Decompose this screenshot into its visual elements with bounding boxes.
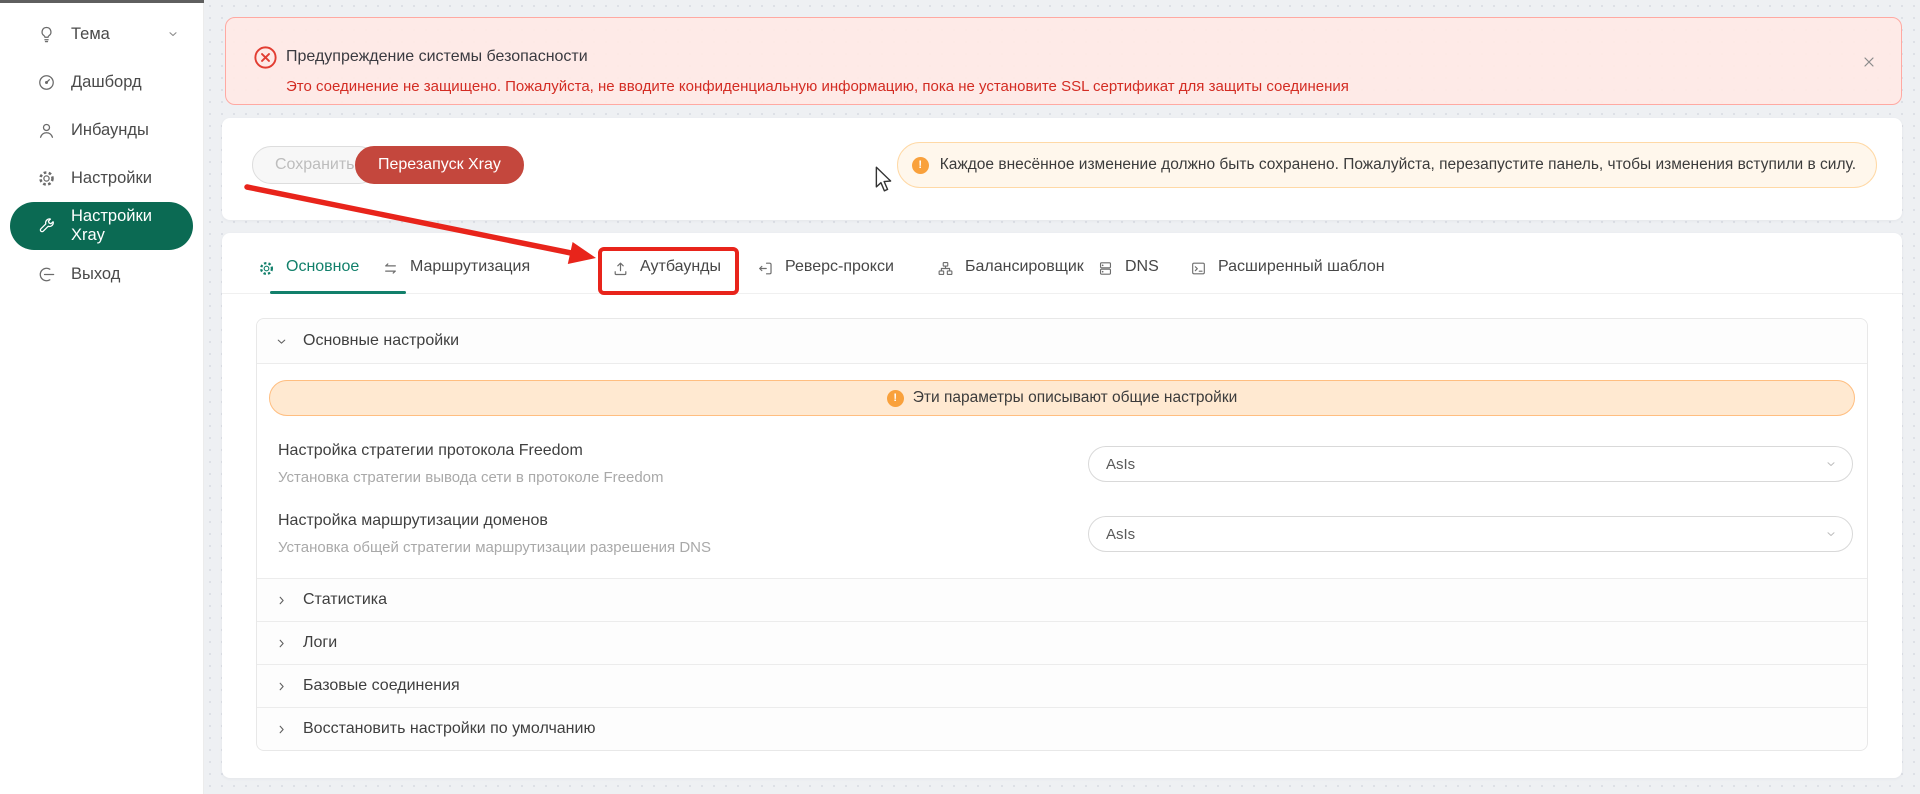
collapse-statistics: Статистика [257, 578, 1867, 621]
tab-reverse-proxy[interactable]: Реверс-прокси [757, 233, 894, 293]
sidebar-nav: Тема Дашборд Инбаунды Настройки [0, 0, 203, 298]
general-settings-notice: Эти параметры описывают общие настройки [269, 380, 1855, 416]
tab-routing[interactable]: Маршрутизация [382, 233, 530, 293]
tab-outbounds[interactable]: Аутбаунды [612, 233, 721, 293]
sidebar-item-label: Настройки Xray [71, 207, 179, 245]
collapse-restore-defaults: Восстановить настройки по умолчанию [257, 707, 1867, 750]
sidebar-item-theme[interactable]: Тема [10, 10, 193, 58]
bulb-icon [37, 25, 56, 44]
collapse-header-base-connections[interactable]: Базовые соединения [257, 665, 1867, 707]
security-alert-description: Это соединение не защищено. Пожалуйста, … [286, 78, 1349, 95]
tab-dns[interactable]: DNS [1097, 233, 1159, 293]
logout-icon [37, 265, 56, 284]
freedom-strategy-select[interactable]: AsIs [1088, 446, 1853, 482]
sidebar-item-logout[interactable]: Выход [10, 250, 193, 298]
sidebar-item-settings[interactable]: Настройки [10, 154, 193, 202]
tab-balancer[interactable]: Балансировщик [937, 233, 1084, 293]
collapse-header-statistics[interactable]: Статистика [257, 579, 1867, 621]
setting-row-domain-routing: Настройка маршрутизации доменов Установк… [269, 512, 1855, 556]
sidebar-item-label: Дашборд [71, 73, 142, 92]
tab-advanced-template[interactable]: Расширенный шаблон [1190, 233, 1385, 293]
restart-notice-text: Каждое внесённое изменение должно быть с… [940, 156, 1856, 174]
setting-texts: Настройка стратегии протокола Freedom Ус… [278, 442, 664, 486]
warning-icon [887, 390, 904, 407]
chevron-right-icon [275, 594, 288, 607]
domain-routing-select[interactable]: AsIs [1088, 516, 1853, 552]
collapse-header-logs[interactable]: Логи [257, 622, 1867, 664]
setting-texts: Настройка маршрутизации доменов Установк… [278, 512, 711, 556]
tab-label: Расширенный шаблон [1218, 258, 1385, 276]
collapse-title: Базовые соединения [303, 677, 460, 695]
warning-icon [912, 157, 929, 174]
collapse-title: Восстановить настройки по умолчанию [303, 720, 595, 738]
setting-subtitle: Установка стратегии вывода сети в проток… [278, 469, 664, 486]
sidebar-item-dashboard[interactable]: Дашборд [10, 58, 193, 106]
chevron-down-icon [1825, 528, 1837, 540]
security-alert: Предупреждение системы безопасности Это … [225, 17, 1902, 105]
gear-icon [258, 260, 275, 277]
proxy-box-icon [757, 260, 774, 277]
tab-label: Балансировщик [965, 258, 1084, 276]
basic-settings-body: Эти параметры описывают общие настройки … [257, 363, 1867, 578]
user-icon [37, 121, 56, 140]
window-top-line [0, 0, 204, 3]
tab-label: Реверс-прокси [785, 258, 894, 276]
tab-label: Основное [286, 258, 359, 276]
sidebar: Тема Дашборд Инбаунды Настройки [0, 0, 204, 794]
database-icon [1097, 260, 1114, 277]
general-settings-notice-text: Эти параметры описывают общие настройки [913, 389, 1238, 407]
restart-notice: Каждое внесённое изменение должно быть с… [897, 142, 1877, 188]
cluster-icon [937, 260, 954, 277]
chevron-down-icon [167, 28, 179, 40]
sidebar-item-label: Тема [71, 25, 110, 44]
select-value: AsIs [1106, 456, 1135, 473]
gear-icon [37, 169, 56, 188]
tab-label: Аутбаунды [640, 258, 721, 276]
tab-basic[interactable]: Основное [258, 233, 359, 293]
dashboard-icon [37, 73, 56, 92]
tab-label: Маршрутизация [410, 258, 530, 276]
setting-title: Настройка маршрутизации доменов [278, 512, 711, 530]
swap-icon [382, 260, 399, 277]
select-value: AsIs [1106, 526, 1135, 543]
close-icon[interactable] [1861, 54, 1877, 70]
chevron-right-icon [275, 723, 288, 736]
sidebar-item-label: Выход [71, 265, 120, 284]
collapse-header-basic-settings[interactable]: Основные настройки [257, 319, 1867, 363]
collapse-logs: Логи [257, 621, 1867, 664]
setting-title: Настройка стратегии протокола Freedom [278, 442, 664, 460]
collapse-header-restore-defaults[interactable]: Восстановить настройки по умолчанию [257, 708, 1867, 750]
wrench-icon [37, 217, 56, 236]
setting-subtitle: Установка общей стратегии маршрутизации … [278, 539, 711, 556]
collapse-base-connections: Базовые соединения [257, 664, 1867, 707]
sidebar-item-inbounds[interactable]: Инбаунды [10, 106, 193, 154]
upload-icon [612, 260, 629, 277]
terminal-icon [1190, 260, 1207, 277]
chevron-right-icon [275, 680, 288, 693]
tab-label: DNS [1125, 258, 1159, 276]
sidebar-item-xray-settings[interactable]: Настройки Xray [10, 202, 193, 250]
collapse-title: Логи [303, 634, 337, 652]
chevron-right-icon [275, 637, 288, 650]
collapse-basic-settings: Основные настройки Эти параметры описыва… [257, 319, 1867, 578]
collapse-title: Основные настройки [303, 332, 459, 350]
tab-bar: Основное Маршрутизация Аутбаунды Реверс-… [222, 233, 1902, 294]
toolbar: Сохранить Перезапуск Xray Каждое внесённ… [222, 118, 1902, 220]
chevron-down-icon [1825, 458, 1837, 470]
sidebar-item-label: Инбаунды [71, 121, 149, 140]
restart-xray-button[interactable]: Перезапуск Xray [355, 146, 524, 184]
error-circle-icon [252, 44, 279, 71]
setting-row-freedom-strategy: Настройка стратегии протокола Freedom Ус… [269, 442, 1855, 486]
xray-settings-card: Основное Маршрутизация Аутбаунды Реверс-… [222, 233, 1902, 778]
security-alert-title: Предупреждение системы безопасности [286, 48, 588, 66]
sidebar-item-label: Настройки [71, 169, 152, 188]
settings-collapse: Основные настройки Эти параметры описыва… [256, 318, 1868, 751]
chevron-down-icon [275, 335, 288, 348]
collapse-title: Статистика [303, 591, 387, 609]
